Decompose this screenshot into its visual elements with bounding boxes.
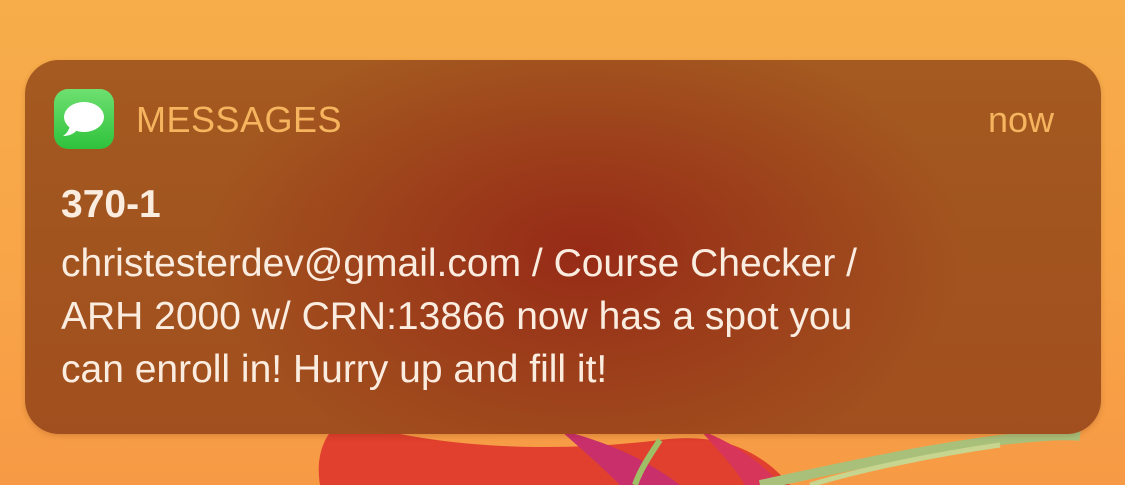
- messages-app-icon: [54, 89, 114, 149]
- app-name: MESSAGES: [136, 99, 343, 140]
- timestamp: now: [987, 99, 1054, 140]
- message-notification[interactable]: MESSAGES now 370-1 christesterdev@gmail.…: [25, 60, 1101, 434]
- message-body: christesterdev@gmail.com / Course Checke…: [61, 242, 858, 391]
- speech-bubble-icon: [63, 102, 104, 136]
- message-sender: 370-1: [61, 183, 161, 226]
